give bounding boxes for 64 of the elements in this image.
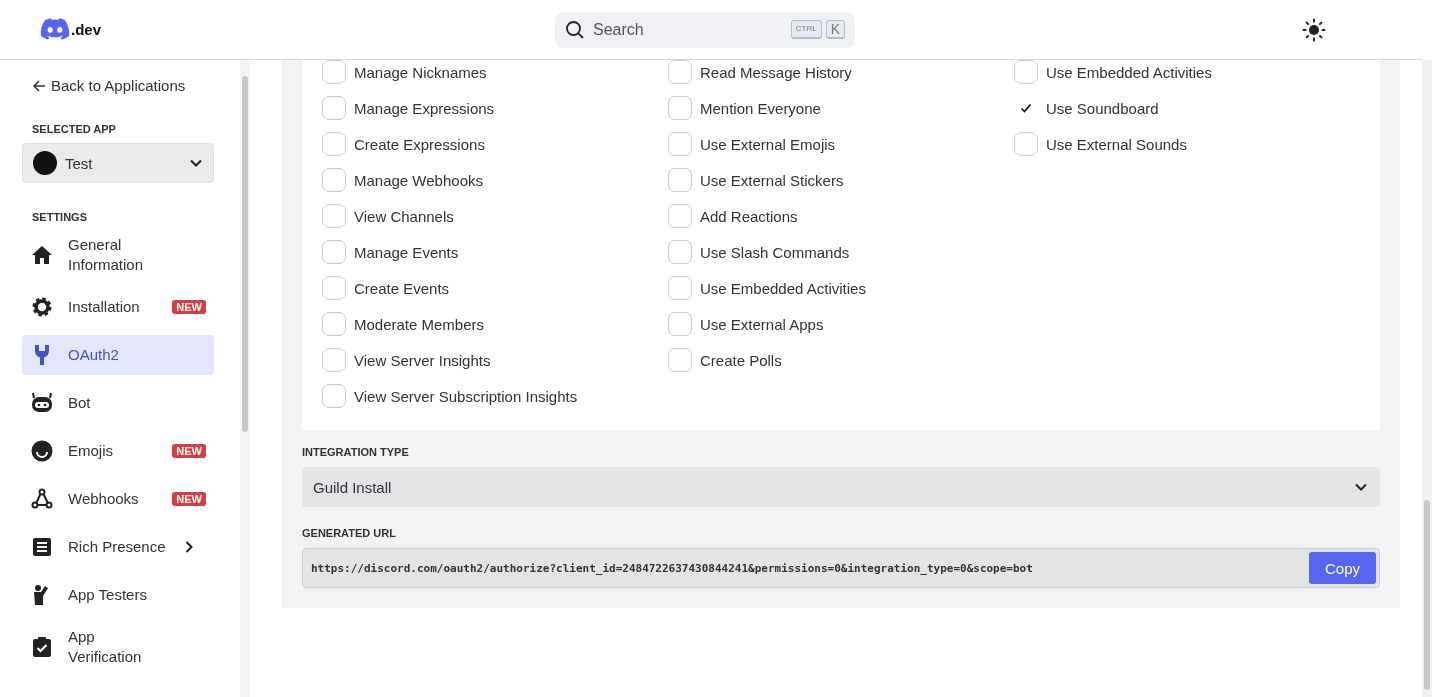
sidebar-item[interactable]: Webhooks NEW (22, 479, 214, 519)
permission-checkbox[interactable]: Manage Webhooks (322, 162, 483, 198)
sidebar-item[interactable]: Rich Presence (22, 527, 214, 567)
sidebar-item[interactable]: General Information (22, 231, 214, 279)
permission-checkbox[interactable]: Read Message History (668, 60, 852, 90)
url-field[interactable]: https://discord.com/oauth2/authorize?client_id=2484722637430844241&permissions=0&integration_type=0&scope=bot Copy (302, 548, 1380, 588)
permission-checkbox[interactable]: View Server Insights (322, 342, 491, 378)
permission-checkbox[interactable]: Add Reactions (668, 198, 798, 234)
permission-checkbox[interactable]: Use Embedded Activities (1014, 60, 1212, 90)
logo-icon[interactable] (40, 18, 70, 41)
permission-checkbox[interactable]: Mention Everyone (668, 90, 821, 126)
copy-button[interactable]: Copy (1308, 552, 1376, 584)
sidebar-item[interactable]: App Testers (22, 575, 214, 615)
permission-checkbox[interactable]: Create Events (322, 270, 450, 306)
new-badge: NEW (172, 300, 206, 314)
permission-checkbox[interactable]: Use External Emojis (668, 126, 836, 162)
app-name: Test (65, 154, 94, 172)
checkmark-icon (1020, 102, 1032, 114)
section-label: GENERATED URL (302, 527, 397, 539)
permission-checkbox[interactable]: Use External Sounds (1014, 126, 1187, 162)
permission-checkbox[interactable]: Manage Events (322, 234, 459, 270)
app-select[interactable]: Test (22, 143, 214, 183)
sidebar-item[interactable]: OAuth2 (22, 335, 214, 375)
permission-checkbox[interactable]: Create Polls (668, 342, 782, 378)
settings-icon (30, 295, 54, 319)
document-icon (30, 535, 54, 559)
section-label: SELECTED APP (32, 123, 117, 135)
shortcut-key: CTRL (790, 20, 822, 39)
sun-icon[interactable] (1302, 17, 1326, 42)
permission-checkbox[interactable]: Use Soundboard (1014, 90, 1159, 126)
clipboard-check-icon (30, 635, 54, 659)
sidebar-item[interactable]: App Verification (22, 623, 214, 671)
new-badge: NEW (172, 444, 206, 458)
sidebar-item[interactable]: Bot (22, 383, 214, 423)
home-icon (30, 243, 54, 267)
app-avatar (33, 151, 57, 175)
scrollbar[interactable] (240, 60, 250, 697)
integration-type-select[interactable]: Guild Install (302, 467, 1380, 507)
search-input[interactable]: Search (591, 19, 785, 40)
new-badge: NEW (172, 492, 206, 506)
shortcut-key: K (825, 20, 845, 39)
robot-icon (30, 391, 54, 415)
permission-checkbox[interactable]: Use Embedded Activities (668, 270, 866, 306)
sidebar-item[interactable]: Installation NEW (22, 287, 214, 327)
permission-checkbox[interactable]: Create Expressions (322, 126, 485, 162)
scrollbar[interactable] (1422, 60, 1432, 697)
arrow-left-icon (32, 78, 46, 93)
permission-checkbox[interactable]: View Server Subscription Insights (322, 378, 578, 414)
section-label: SETTINGS (32, 211, 88, 223)
permission-checkbox[interactable]: Moderate Members (322, 306, 485, 342)
section-label: INTEGRATION TYPE (302, 446, 410, 458)
permission-checkbox[interactable]: Use External Apps (668, 306, 824, 342)
permission-checkbox[interactable]: Use External Stickers (668, 162, 844, 198)
permission-checkbox[interactable]: Manage Expressions (322, 90, 495, 126)
webhook-icon (30, 487, 54, 511)
permission-checkbox[interactable]: Manage Nicknames (322, 60, 487, 90)
search-icon (565, 19, 585, 40)
logo-text: .dev (71, 21, 101, 38)
sidebar-item[interactable]: Emojis NEW (22, 431, 214, 471)
smiley-icon (30, 439, 54, 463)
search-field[interactable]: Search CTRL K (555, 11, 855, 48)
permission-checkbox[interactable]: Use Slash Commands (668, 234, 850, 270)
permission-checkbox[interactable]: View Channels (322, 198, 454, 234)
back-link[interactable]: Back to Applications (22, 74, 186, 97)
